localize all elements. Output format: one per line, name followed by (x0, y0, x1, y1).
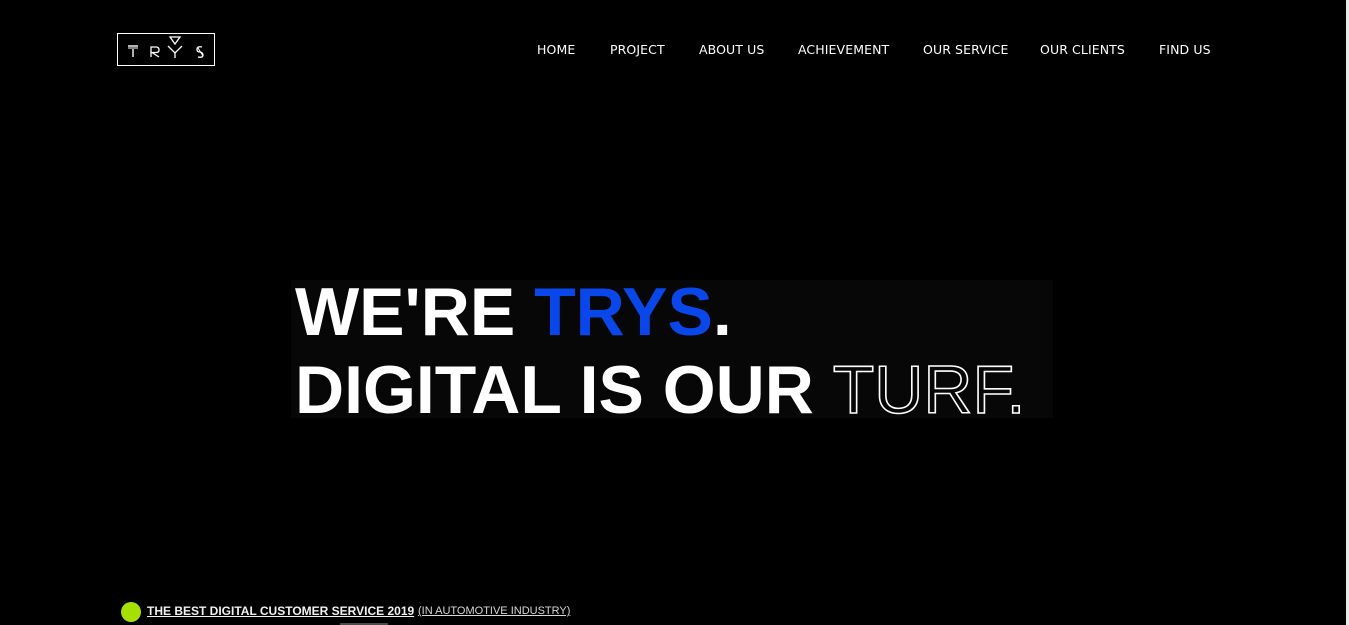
trys-logo-icon (128, 36, 204, 58)
hero-headline-line-1: WE'RE TRYS. (295, 278, 732, 346)
hero-period: . (712, 274, 732, 350)
award-title: THE BEST DIGITAL CUSTOMER SERVICE 2019 (147, 604, 415, 618)
nav-item-about-us[interactable]: ABOUT US (699, 42, 764, 58)
nav-item-achievement[interactable]: ACHIEVEMENT (798, 42, 889, 58)
hero-headline-line-2: DIGITAL IS OUR TURF. (295, 355, 1026, 425)
hero-banner: WE'RE TRYS. DIGITAL IS OUR TURF. (291, 278, 1053, 425)
hero-outline-word: TURF. (832, 352, 1026, 428)
nav-item-our-service[interactable]: OUR SERVICE (923, 42, 1008, 58)
nav-item-home[interactable]: HOME (537, 42, 575, 58)
award-subtitle: (IN AUTOMOTIVE INDUSTRY) (418, 605, 571, 617)
nav-item-find-us[interactable]: FIND US (1159, 42, 1211, 58)
hero-brand-name: TRYS (534, 274, 713, 350)
hero-prefix: WE'RE (295, 274, 535, 350)
hero-line2-prefix: DIGITAL IS OUR (295, 352, 833, 428)
green-dot-icon (121, 602, 141, 622)
trys-logo[interactable] (117, 33, 215, 66)
nav-item-project[interactable]: PROJECT (610, 42, 665, 58)
nav-item-our-clients[interactable]: OUR CLIENTS (1040, 42, 1125, 58)
